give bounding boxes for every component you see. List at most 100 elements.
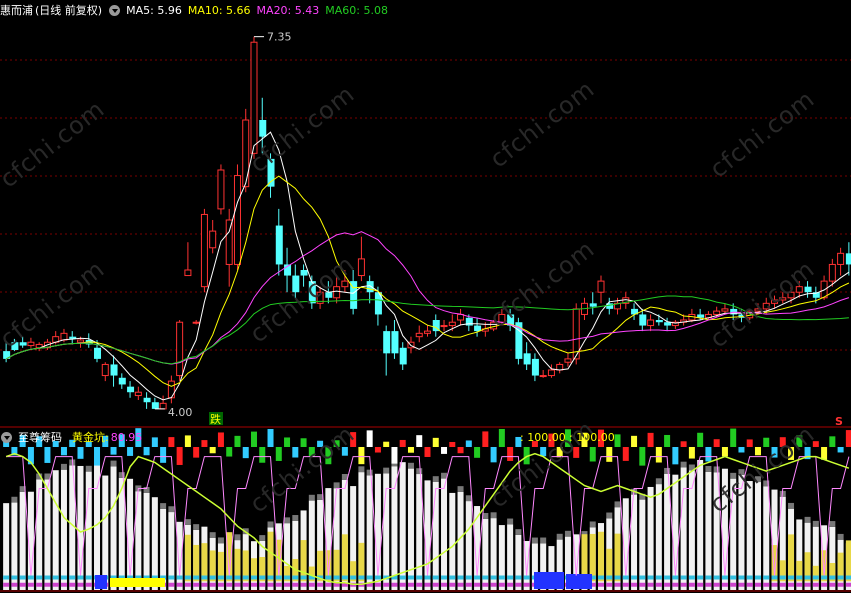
yellow-band (300, 540, 307, 582)
ma20-value: 5.43 (294, 3, 320, 17)
cyan-strip (250, 575, 257, 580)
stock-name[interactable]: 惠而浦 (0, 2, 33, 18)
magenta-strip (407, 582, 414, 587)
cyan-strip (209, 575, 216, 580)
magenta-strip (193, 582, 200, 587)
magenta-strip (27, 582, 34, 587)
chip-cap (308, 494, 315, 501)
sell-signal-tag: S (835, 415, 843, 428)
ma60-readout: MA60: 5.08 (325, 4, 388, 17)
cyan-strip (812, 575, 819, 580)
ma5-label: MA5: (126, 3, 154, 17)
candle-body (325, 292, 333, 298)
signal-bar (341, 447, 348, 456)
chip-bar (507, 524, 514, 590)
magenta-strip (821, 582, 828, 587)
chip-cap (730, 472, 737, 479)
cyan-strip (763, 575, 770, 580)
magenta-strip (664, 582, 671, 587)
candle-body (754, 308, 762, 312)
chip-cap (465, 495, 472, 502)
magenta-strip (441, 582, 448, 587)
candle-body (143, 397, 151, 403)
cyan-strip (457, 575, 464, 580)
chip-cap (432, 476, 439, 482)
candle-body (19, 342, 27, 346)
cyan-strip (168, 575, 175, 580)
magenta-strip (697, 582, 704, 587)
magenta-strip (284, 582, 291, 587)
candle-body (457, 313, 465, 321)
magenta-strip (837, 582, 844, 587)
cyan-strip (300, 575, 307, 580)
gold-pit-blue-2 (534, 572, 564, 589)
cyan-strip (27, 575, 34, 580)
chip-cap (614, 501, 621, 508)
chip-bar (697, 459, 704, 590)
cyan-strip (176, 575, 183, 580)
candle-body (531, 358, 539, 376)
candle-body (101, 363, 109, 377)
candle-body (110, 364, 118, 376)
cyan-strip (515, 575, 522, 580)
cyan-strip (622, 575, 629, 580)
cyan-strip (498, 575, 505, 580)
magenta-strip (52, 582, 59, 587)
magenta-strip (308, 582, 315, 587)
ma5-line (5, 131, 850, 401)
yellow-band (788, 534, 795, 582)
magenta-strip (490, 582, 497, 587)
ma-toggle-icon[interactable] (109, 4, 121, 16)
cyan-strip (449, 575, 456, 580)
candle-body (341, 280, 349, 288)
chip-bar (754, 482, 761, 590)
magenta-strip (317, 582, 324, 587)
magenta-strip (688, 582, 695, 587)
cyan-strip (226, 575, 233, 580)
cyan-strip (333, 575, 340, 580)
cyan-strip (292, 575, 299, 580)
magenta-strip (325, 582, 332, 587)
magenta-strip (730, 582, 737, 587)
chart-mode[interactable]: (日线 前复权) (35, 2, 102, 18)
chip-cap (738, 469, 745, 475)
yellow-band (184, 534, 191, 582)
chip-cap (383, 467, 390, 474)
cyan-strip (631, 575, 638, 580)
chip-bar (399, 462, 406, 590)
cyan-strip (69, 575, 76, 580)
indicator-name[interactable]: 至尊筹码 (18, 429, 62, 445)
indicator-toggle-icon[interactable] (1, 431, 12, 443)
magenta-strip (746, 582, 753, 587)
ma5-readout: MA5: 5.96 (126, 4, 182, 17)
signal-bar (589, 447, 596, 462)
cyan-strip (771, 575, 778, 580)
magenta-strip (36, 582, 43, 587)
ref-value-2: : 100.00 (569, 430, 615, 444)
gold-pit-blue-3 (566, 574, 592, 589)
magenta-strip (259, 582, 266, 587)
chip-cap (292, 515, 299, 521)
cyan-strip (432, 575, 439, 580)
candle-body (333, 286, 341, 299)
signal-bar (110, 447, 117, 455)
magenta-strip (796, 582, 803, 587)
cyan-strip (85, 575, 92, 580)
candle-body (564, 358, 572, 363)
cyan-strip (201, 575, 208, 580)
candle-body (242, 119, 250, 188)
cyan-strip (60, 575, 67, 580)
cyan-strip (407, 575, 414, 580)
candle-body (490, 321, 498, 330)
candle-body (664, 322, 672, 326)
magenta-strip (598, 582, 605, 587)
cyan-strip (614, 575, 621, 580)
signal-bar (441, 447, 448, 454)
high-price-label: 7.35 (267, 31, 292, 44)
cyan-strip (688, 575, 695, 580)
chip-bar (655, 484, 662, 590)
indicator-header: 至尊筹码 黄金坑: 80.95 : 100.00 : 100.00 (0, 429, 851, 445)
magenta-strip (449, 582, 456, 587)
candle-body (474, 325, 482, 332)
candlestick-chart[interactable]: 7.35 4.00 跌 S (0, 0, 851, 593)
